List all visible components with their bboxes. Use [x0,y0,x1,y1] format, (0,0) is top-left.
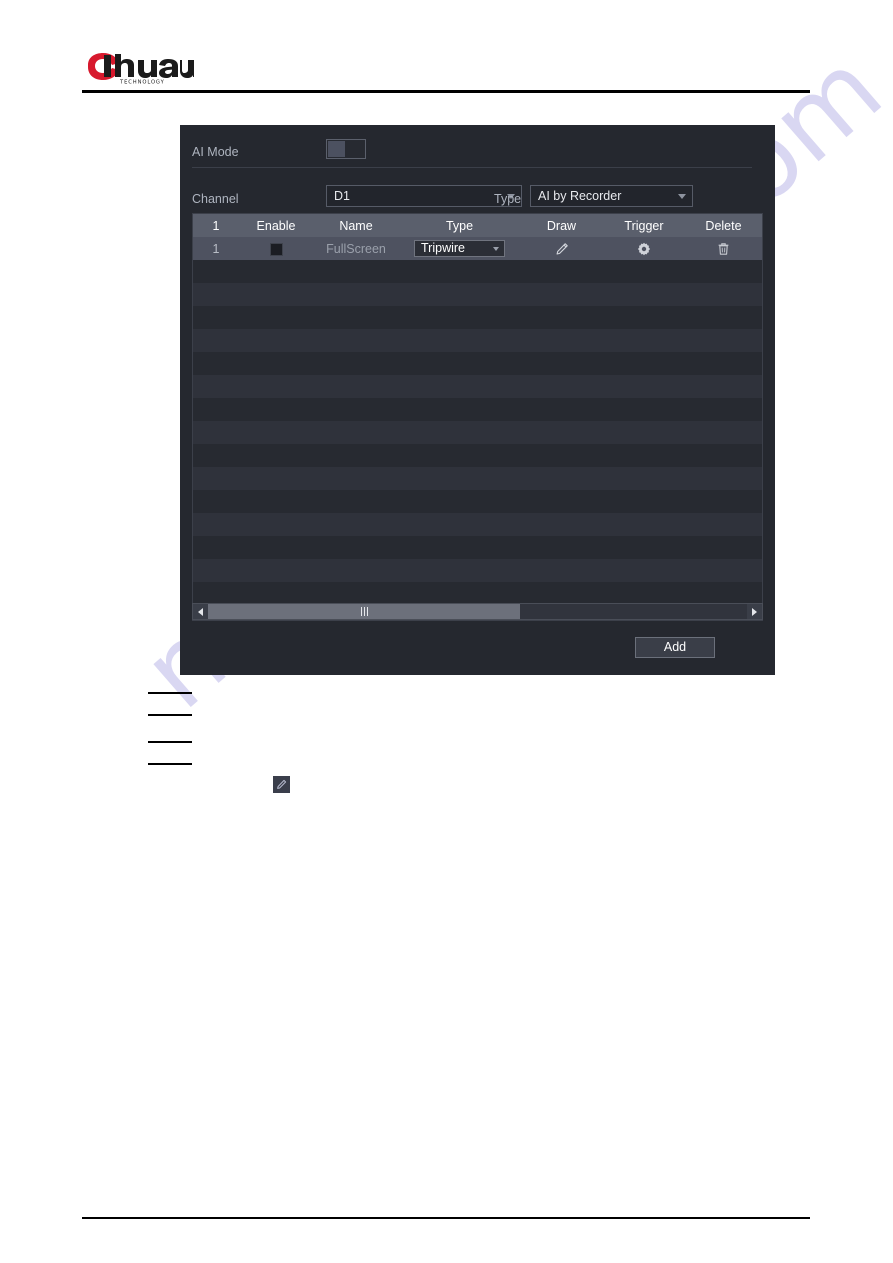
scrollbar-track[interactable] [208,604,747,619]
redacted-line [148,741,192,743]
rules-table: 1 Enable Name Type Draw Trigger Delete 1… [192,213,763,621]
arrow-right-icon[interactable] [747,604,762,619]
redacted-line [148,692,192,694]
table-row-empty[interactable] [193,352,762,375]
channel-label: Channel [192,192,239,206]
scrollbar-grip [360,607,368,616]
column-header-delete: Delete [705,218,742,233]
pencil-icon [273,776,290,793]
table-row-empty[interactable] [193,375,762,398]
channel-select[interactable]: D1 [326,185,522,207]
ai-mode-config-panel: AI Mode Channel D1 Type AI by Recorder 1… [180,125,775,675]
chevron-down-icon [678,194,686,199]
table-row-empty[interactable] [193,398,762,421]
column-header-index: 1 [212,218,220,233]
table-row-empty[interactable] [193,513,762,536]
gear-icon[interactable] [637,242,651,256]
add-button[interactable]: Add [635,637,715,658]
dahua-logo: TECHNOLOGY [84,51,194,85]
horizontal-scrollbar[interactable] [192,603,763,620]
chevron-down-icon [493,247,499,251]
column-header-type: Type [445,218,474,233]
column-header-enable: Enable [256,218,296,233]
type-select-value: AI by Recorder [538,189,622,203]
row-trigger-cell[interactable] [603,241,685,256]
document-page: TECHNOLOGY AI Mode Channel D1 Type AI by… [0,0,893,1263]
channel-type-row: Channel D1 Type AI by Recorder [192,183,763,209]
type-select[interactable]: AI by Recorder [530,185,693,207]
row-index: 1 [212,241,220,256]
footer-divider-rule [82,1217,810,1219]
rule-type-value: Tripwire [421,241,465,255]
redacted-line [148,763,192,765]
column-header-name: Name [339,218,373,233]
table-row-empty[interactable] [193,421,762,444]
column-header-trigger: Trigger [624,218,664,233]
column-header-draw: Draw [546,218,577,233]
row-enable-cell[interactable] [239,241,313,256]
table-row-empty[interactable] [193,467,762,490]
table-row-empty[interactable] [193,536,762,559]
redacted-line [148,714,192,716]
table-row-empty[interactable] [193,329,762,352]
table-row-empty[interactable] [193,260,762,283]
table-body: 1 FullScreen Tripwire [193,237,762,605]
pencil-icon[interactable] [555,242,569,256]
arrow-left-icon[interactable] [193,604,208,619]
trash-icon[interactable] [717,242,730,256]
toggle-knob [328,141,345,157]
row-delete-cell[interactable] [685,241,762,256]
row-draw-cell[interactable] [520,241,603,256]
table-row-empty[interactable] [193,444,762,467]
enable-checkbox[interactable] [269,242,283,256]
table-row-empty[interactable] [193,582,762,605]
row-type-cell[interactable]: Tripwire [399,240,520,257]
type-label: Type [494,192,522,206]
table-row-empty[interactable] [193,559,762,582]
rule-type-select[interactable]: Tripwire [414,240,505,257]
brand-tagline: TECHNOLOGY [119,80,165,86]
section-divider [192,167,752,168]
channel-select-value: D1 [334,189,350,203]
header-divider-rule [82,90,810,93]
table-header-row: 1 Enable Name Type Draw Trigger Delete [193,214,762,237]
ai-mode-row: AI Mode [192,137,763,169]
table-row[interactable]: 1 FullScreen Tripwire [193,237,762,260]
table-row-empty[interactable] [193,490,762,513]
ai-mode-toggle[interactable] [326,139,366,159]
table-row-empty[interactable] [193,283,762,306]
ai-mode-label: AI Mode [192,145,239,159]
table-row-empty[interactable] [193,306,762,329]
scrollbar-thumb[interactable] [208,604,520,619]
row-name: FullScreen [326,241,386,256]
